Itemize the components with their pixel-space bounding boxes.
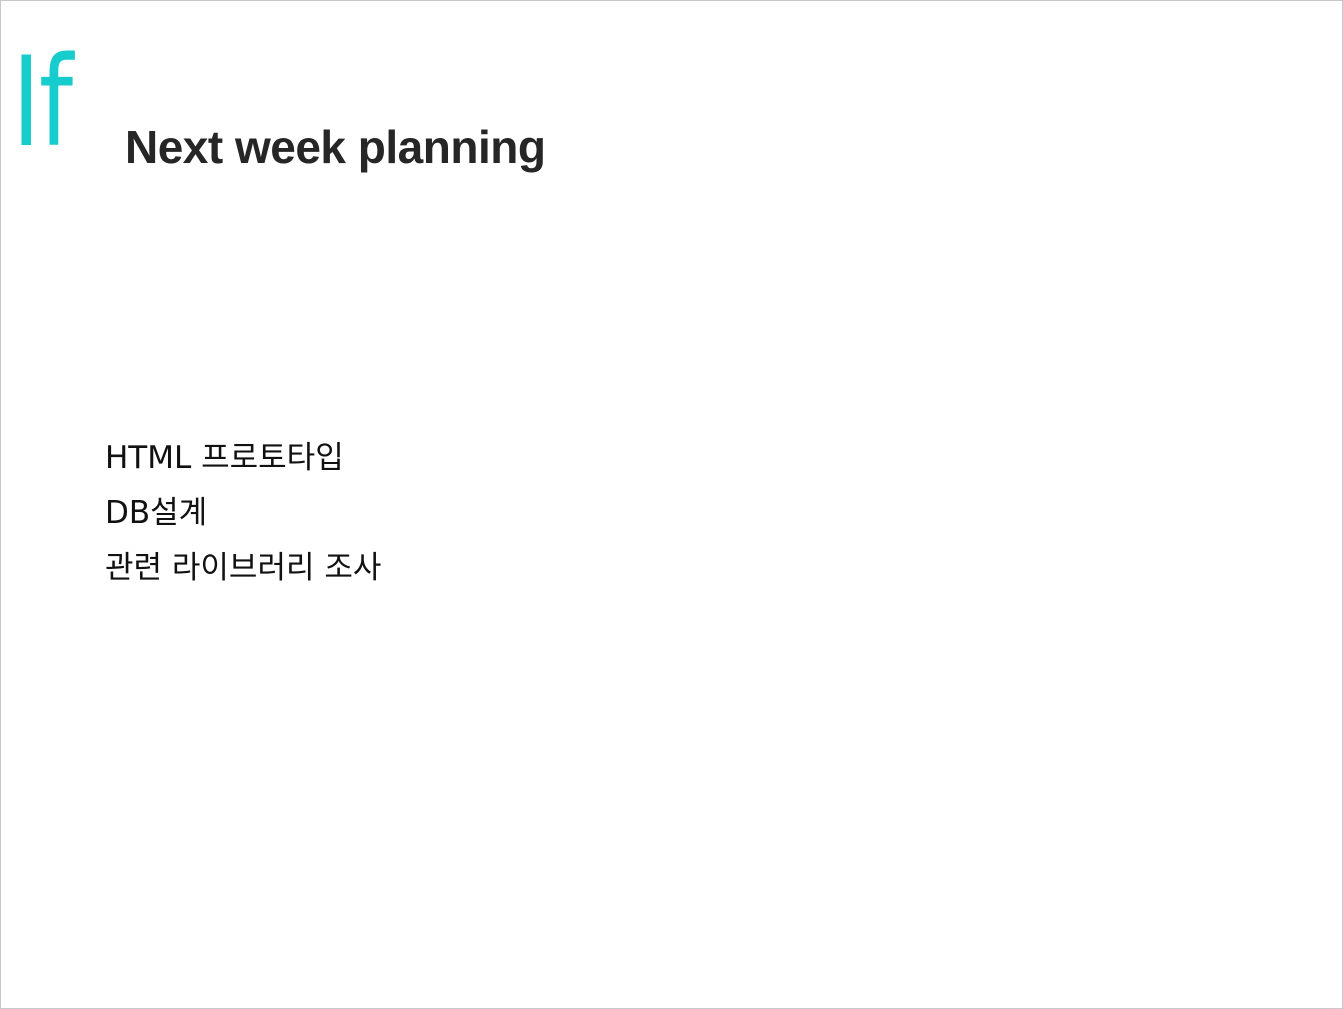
list-item: HTML 프로토타입 — [105, 440, 344, 476]
planning-list: HTML 프로토타입 DB설계 관련 라이브러리 조사 — [105, 431, 381, 596]
list-item: DB설계 — [105, 495, 208, 531]
logo: If — [12, 31, 73, 175]
slide-title: Next week planning — [125, 121, 546, 173]
list-item: 관련 라이브러리 조사 — [105, 550, 382, 586]
slide: If Next week planning HTML 프로토타입 DB설계 관련… — [0, 0, 1343, 1009]
